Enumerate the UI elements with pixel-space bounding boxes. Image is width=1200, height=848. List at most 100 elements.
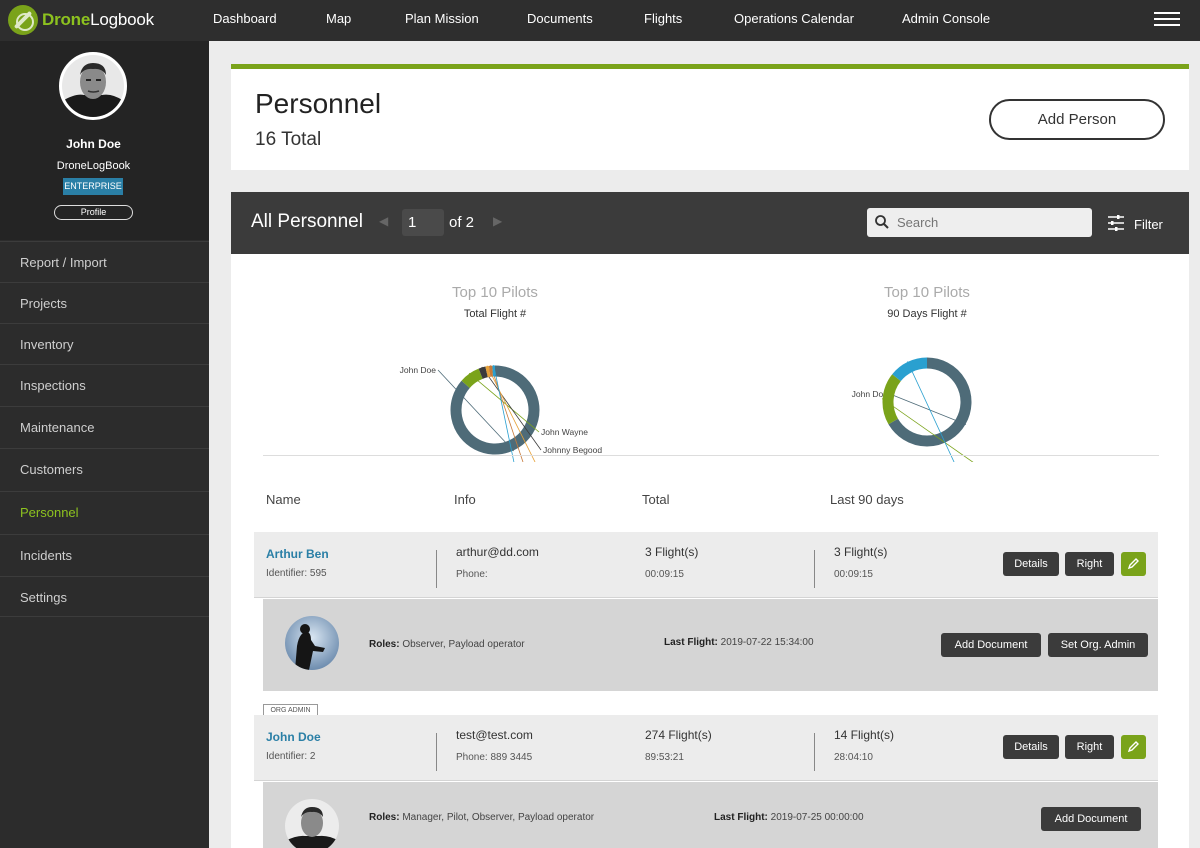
logo-text: DroneLogbook — [42, 10, 154, 29]
sliders-icon — [1108, 215, 1124, 231]
person-name-link[interactable]: Arthur Ben — [266, 547, 329, 561]
column-header-last-90-days: Last 90 days — [830, 492, 904, 507]
column-separator — [814, 550, 815, 588]
sidebar: John Doe DroneLogBook ENTERPRISE Profile… — [0, 41, 209, 848]
person-last-flight: Last Flight: 2019-07-25 00:00:00 — [714, 812, 864, 823]
app-logo[interactable]: DroneLogbook — [8, 4, 154, 36]
next-page-icon[interactable]: ▶ — [493, 214, 502, 228]
nav-documents[interactable]: Documents — [527, 11, 593, 26]
person-roles: Roles: Observer, Payload operator — [369, 639, 525, 650]
nav-operations-calendar[interactable]: Operations Calendar — [734, 11, 854, 26]
nav-flights[interactable]: Flights — [644, 11, 682, 26]
profile-card: John Doe DroneLogBook ENTERPRISE Profile — [0, 41, 209, 240]
sidebar-item-inspections[interactable]: Inspections — [0, 364, 209, 405]
add-document-button[interactable]: Add Document — [1041, 807, 1141, 831]
nav-dashboard[interactable]: Dashboard — [213, 11, 277, 26]
add-document-button[interactable]: Add Document — [941, 633, 1041, 657]
table-row: John Doe Identifier: 2 test@test.com Pho… — [254, 715, 1158, 781]
pencil-icon — [1127, 558, 1139, 570]
pencil-icon — [1127, 741, 1139, 753]
person-phone: Phone: 889 3445 — [456, 752, 533, 763]
top-navigation-bar: DroneLogbook Dashboard Map Plan Mission … — [0, 0, 1200, 41]
label-leader-line — [889, 393, 967, 425]
nav-map[interactable]: Map — [326, 11, 351, 26]
set-org-admin-button[interactable]: Set Org. Admin — [1048, 633, 1148, 657]
drone-logo-icon — [8, 5, 38, 35]
total-flights: 274 Flight(s) — [645, 728, 712, 742]
chart1-subtitle: Total Flight # — [463, 308, 527, 320]
donut-slice-john-wayne — [461, 368, 483, 389]
donut-label: John Wayne — [541, 427, 588, 437]
nav-admin-console[interactable]: Admin Console — [902, 11, 990, 26]
donut-label: John Doe — [400, 365, 437, 375]
search-icon — [875, 215, 889, 229]
personnel-panel: All Personnel ◀ of 2 ▶ Filter Top 10 Pil… — [231, 192, 1189, 848]
person-phone: Phone: — [456, 569, 488, 580]
person-avatar[interactable] — [285, 799, 339, 848]
donut-label: Johnny Begood — [979, 460, 1038, 462]
user-avatar[interactable] — [59, 52, 127, 120]
profile-organization: DroneLogBook — [56, 160, 131, 172]
page-number-input[interactable] — [402, 209, 444, 236]
column-separator — [436, 550, 437, 588]
last-90-flight-time: 00:09:15 — [834, 569, 873, 580]
sidebar-item-maintenance[interactable]: Maintenance — [0, 406, 209, 447]
last-90-flights: 14 Flight(s) — [834, 728, 895, 742]
plan-badge: ENTERPRISE — [63, 178, 123, 195]
filter-label: Filter — [1134, 217, 1163, 232]
right-button[interactable]: Right — [1065, 735, 1114, 759]
person-roles: Roles: Manager, Pilot, Observer, Payload… — [369, 812, 595, 823]
ninety-day-flights-donut-chart: John DoeJohnny BegoodArthur Ben — [852, 357, 1038, 462]
sidebar-item-projects[interactable]: Projects — [0, 282, 209, 323]
search-input[interactable] — [897, 213, 1082, 232]
profile-name: John Doe — [66, 137, 121, 151]
donut-slice-johnny-begood — [882, 374, 902, 425]
edit-button[interactable] — [1121, 735, 1146, 759]
total-flight-time: 00:09:15 — [645, 569, 684, 580]
column-header-name: Name — [266, 492, 301, 507]
search-box[interactable] — [867, 208, 1092, 237]
sidebar-item-inventory[interactable]: Inventory — [0, 323, 209, 364]
page-header: Personnel 16 Total Add Person — [231, 64, 1189, 170]
last-90-flights: 3 Flight(s) — [834, 545, 888, 559]
chart-divider — [263, 455, 1159, 456]
sidebar-item-settings[interactable]: Settings — [0, 576, 209, 617]
column-separator — [814, 733, 815, 771]
panel-header: All Personnel ◀ of 2 ▶ Filter — [231, 192, 1189, 254]
details-button[interactable]: Details — [1003, 552, 1059, 576]
add-person-button[interactable]: Add Person — [989, 99, 1165, 140]
last-90-flight-time: 28:04:10 — [834, 752, 873, 763]
previous-page-icon[interactable]: ◀ — [379, 214, 388, 228]
sidebar-item-report-import[interactable]: Report / Import — [0, 241, 209, 282]
person-identifier: Identifier: 595 — [266, 568, 327, 579]
hamburger-menu-icon[interactable] — [1154, 12, 1180, 28]
person-last-flight: Last Flight: 2019-07-22 15:34:00 — [664, 637, 814, 648]
total-flight-time: 89:53:21 — [645, 752, 684, 763]
total-flights-donut-chart: John Doe John Wayne Johnny Begood Neil Amst… — [400, 364, 602, 462]
personnel-total: 16 Total — [255, 129, 322, 150]
table-row: Arthur Ben Identifier: 595 arthur@dd.com… — [254, 532, 1158, 598]
nav-plan-mission[interactable]: Plan Mission — [405, 11, 479, 26]
person-detail-row: Roles: Manager, Pilot, Observer, Payload… — [263, 782, 1158, 848]
page-count: of 2 — [449, 214, 475, 231]
right-button[interactable]: Right — [1065, 552, 1114, 576]
person-email: test@test.com — [456, 728, 533, 742]
sidebar-item-customers[interactable]: Customers — [0, 448, 209, 489]
chart2-title: Top 10 Pilots — [884, 284, 970, 301]
person-identifier: Identifier: 2 — [266, 751, 316, 762]
person-name-link[interactable]: John Doe — [266, 730, 321, 744]
edit-button[interactable] — [1121, 552, 1146, 576]
sidebar-item-personnel[interactable]: Personnel — [0, 491, 209, 532]
panel-title: All Personnel — [251, 211, 363, 232]
profile-button[interactable]: Profile — [54, 205, 133, 220]
person-detail-row: Roles: Observer, Payload operator Last F… — [263, 599, 1158, 691]
donut-label: Neil Amstrong — [539, 461, 592, 462]
person-avatar[interactable] — [285, 616, 339, 670]
chart2-subtitle: 90 Days Flight # — [887, 308, 967, 320]
sidebar-item-incidents[interactable]: Incidents — [0, 534, 209, 575]
chart1-title: Top 10 Pilots — [452, 284, 538, 301]
donut-label: Johnny Begood — [543, 445, 602, 455]
person-email: arthur@dd.com — [456, 545, 539, 559]
donut-slice-neil-amstrong — [485, 365, 491, 378]
details-button[interactable]: Details — [1003, 735, 1059, 759]
